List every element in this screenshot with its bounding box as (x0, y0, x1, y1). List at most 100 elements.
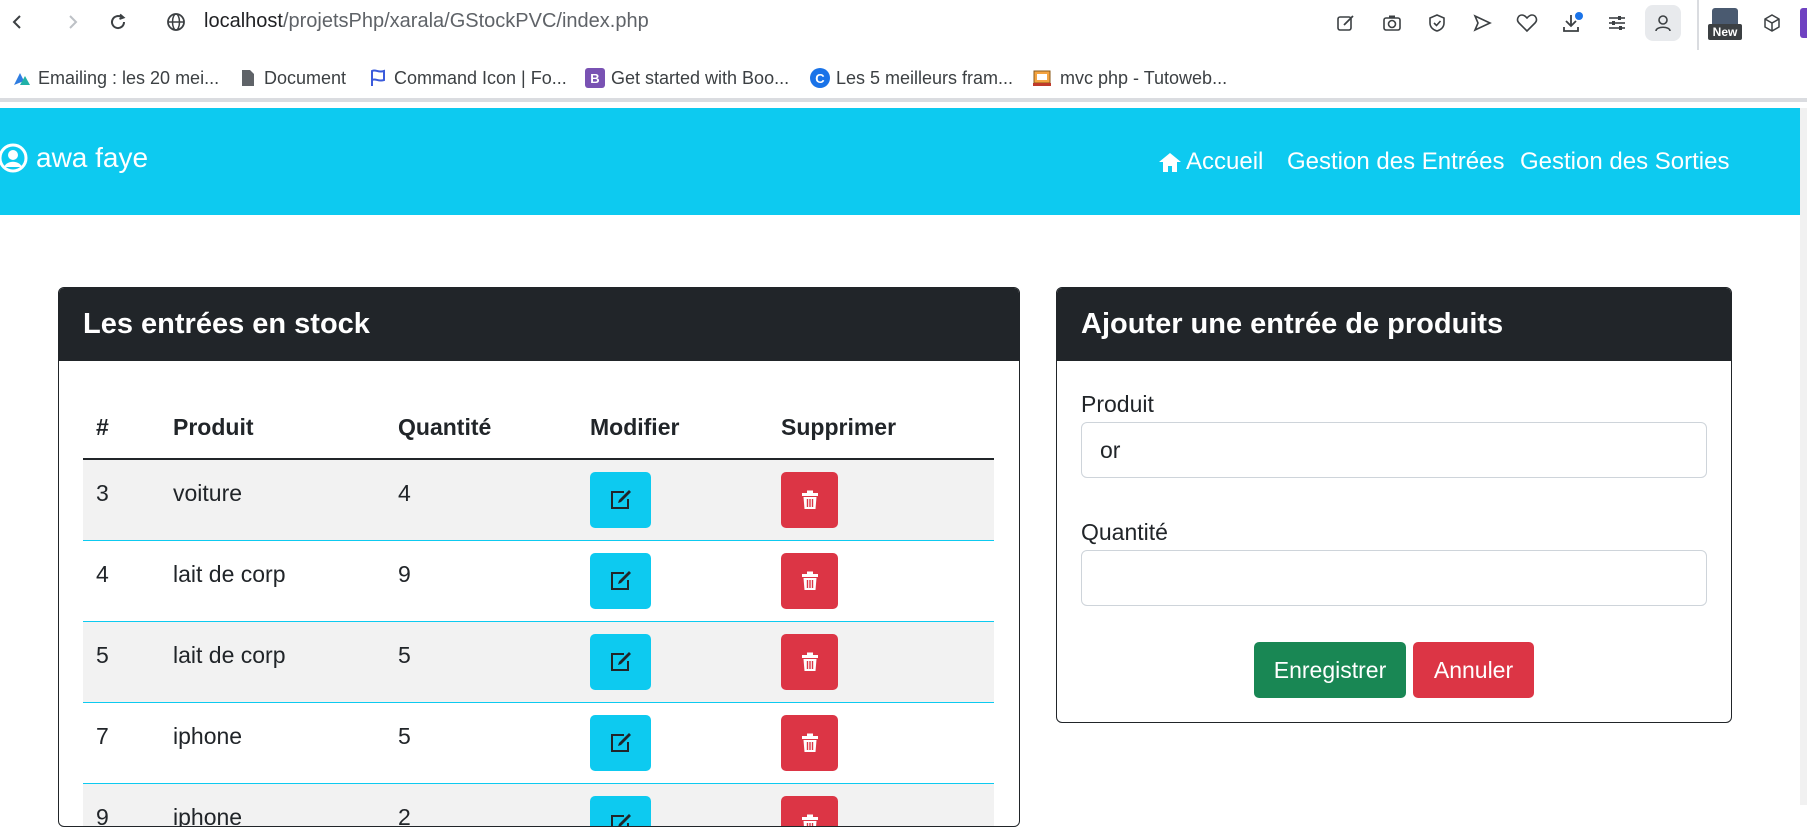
send-icon[interactable] (1467, 8, 1497, 38)
settings-sliders-icon[interactable] (1602, 8, 1632, 38)
navbar: awa faye Accueil Gestion des Entrées Ges… (0, 108, 1800, 215)
cell-id: 5 (83, 621, 173, 702)
product-label: Produit (1081, 391, 1154, 418)
nav-link-gestion-sorties[interactable]: Gestion des Sorties (1520, 148, 1729, 176)
bookmark-label: mvc php - Tutoweb... (1060, 68, 1227, 89)
cell-quantity: 9 (398, 540, 590, 621)
table-row: 5 lait de corp 5 (83, 621, 994, 702)
delete-button[interactable] (781, 553, 838, 609)
cell-product: iphone (173, 702, 398, 783)
download-icon[interactable] (1557, 8, 1587, 38)
user-circle-icon (0, 143, 28, 173)
cell-quantity: 4 (398, 459, 590, 540)
shield-icon[interactable] (1422, 8, 1452, 38)
table-header-row: # Produit Quantité Modifier Supprimer (83, 396, 994, 459)
cancel-button[interactable]: Annuler (1413, 642, 1534, 698)
edit-button[interactable] (590, 553, 651, 609)
trash-icon (801, 571, 819, 591)
address-bar[interactable]: localhost/projetsPhp/xarala/GStockPVC/in… (204, 10, 649, 33)
user-name: awa faye (36, 142, 148, 174)
product-input[interactable]: or (1081, 422, 1707, 478)
toolbar-divider (1697, 0, 1699, 50)
bookmark-emailing[interactable]: Emailing : les 20 mei... (12, 66, 219, 90)
scrollbar-track[interactable] (1800, 108, 1807, 805)
bookmarks-bar: Emailing : les 20 mei... Document Comman… (0, 56, 1807, 102)
cell-product: iphone (173, 783, 398, 827)
edit-button[interactable] (590, 634, 651, 690)
bookmark-frameworks[interactable]: C Les 5 meilleurs fram... (810, 66, 1013, 90)
trash-icon (801, 652, 819, 672)
cell-quantity: 5 (398, 702, 590, 783)
nav-link-label: Accueil (1186, 148, 1263, 176)
cell-quantity: 2 (398, 783, 590, 827)
table-row: 7 iphone 5 (83, 702, 994, 783)
delete-button[interactable] (781, 715, 838, 771)
edit-button[interactable] (590, 472, 651, 528)
bookmark-document[interactable]: Document (238, 66, 346, 90)
bookmark-command-icon[interactable]: Command Icon | Fo... (368, 66, 567, 90)
reload-button[interactable] (104, 8, 132, 36)
home-icon (1158, 151, 1182, 173)
cell-product: lait de corp (173, 540, 398, 621)
edit-button[interactable] (590, 715, 651, 771)
bookmark-label: Les 5 meilleurs fram... (836, 68, 1013, 89)
url-host: localhost (204, 10, 283, 32)
cell-id: 9 (83, 783, 173, 827)
extension-new-icon[interactable]: New (1708, 8, 1742, 42)
edit-icon (609, 651, 633, 673)
site-info-icon[interactable] (162, 8, 190, 36)
cell-quantity: 5 (398, 621, 590, 702)
nav-link-accueil[interactable]: Accueil (1158, 148, 1263, 176)
reload-icon (109, 13, 127, 31)
flag-icon (368, 68, 388, 88)
back-button[interactable] (4, 8, 32, 36)
bookmark-label: Document (264, 68, 346, 89)
table-row: 4 lait de corp 9 (83, 540, 994, 621)
edit-page-icon[interactable] (1331, 8, 1361, 38)
edit-icon (609, 489, 633, 511)
tutoweb-icon (1030, 68, 1054, 88)
forward-button[interactable] (58, 8, 86, 36)
delete-button[interactable] (781, 796, 838, 827)
column-header-id: # (83, 396, 173, 459)
triangle-logo-icon (12, 68, 32, 88)
bookmark-label: Command Icon | Fo... (394, 68, 567, 89)
bookmark-bootstrap[interactable]: B Get started with Boo... (585, 66, 789, 90)
cell-id: 3 (83, 459, 173, 540)
stock-entries-card: Les entrées en stock # Produit Quantité … (58, 287, 1020, 827)
url-path: /projetsPhp/xarala/GStockPVC/index.php (283, 10, 649, 32)
edit-icon (609, 732, 633, 754)
bookmark-tutoweb[interactable]: mvc php - Tutoweb... (1030, 66, 1227, 90)
add-entry-title: Ajouter une entrée de produits (1057, 288, 1731, 361)
delete-button[interactable] (781, 634, 838, 690)
cell-id: 4 (83, 540, 173, 621)
cell-product: lait de corp (173, 621, 398, 702)
edit-icon (609, 813, 633, 827)
edit-icon (609, 570, 633, 592)
extensions-cube-icon[interactable] (1757, 8, 1787, 38)
stock-entries-title: Les entrées en stock (59, 288, 1019, 361)
quantity-input[interactable] (1081, 550, 1707, 606)
profile-button[interactable] (1645, 5, 1681, 41)
side-panel-edge (1800, 8, 1807, 38)
column-header-quantity: Quantité (398, 396, 590, 459)
bookmark-label: Emailing : les 20 mei... (38, 68, 219, 89)
user-brand[interactable]: awa faye (0, 142, 148, 174)
browser-toolbar: localhost/projetsPhp/xarala/GStockPVC/in… (0, 0, 1807, 44)
nav-link-label: Gestion des Entrées (1287, 148, 1504, 176)
edit-button[interactable] (590, 796, 651, 827)
heart-icon[interactable] (1512, 8, 1542, 38)
nav-link-gestion-entrees[interactable]: Gestion des Entrées (1287, 148, 1504, 176)
column-header-product: Produit (173, 396, 398, 459)
table-row: 9 iphone 2 (83, 783, 994, 827)
cell-id: 7 (83, 702, 173, 783)
trash-icon (801, 490, 819, 510)
delete-button[interactable] (781, 472, 838, 528)
column-header-delete: Supprimer (781, 396, 994, 459)
profile-icon (1653, 13, 1673, 33)
save-button[interactable]: Enregistrer (1254, 642, 1406, 698)
column-header-edit: Modifier (590, 396, 781, 459)
bootstrap-icon: B (585, 68, 605, 88)
camera-icon[interactable] (1377, 8, 1407, 38)
back-arrow-icon (10, 14, 26, 30)
